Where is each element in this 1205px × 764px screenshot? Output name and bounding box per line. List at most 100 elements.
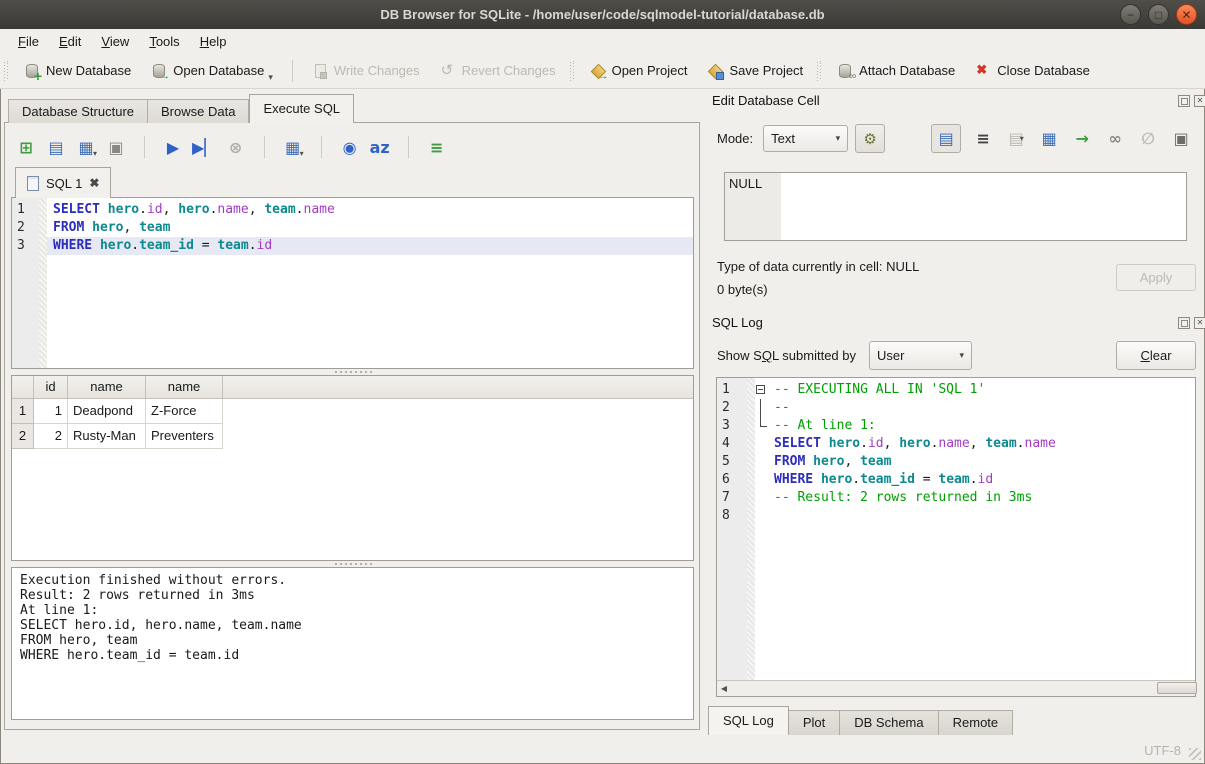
- tab-db-schema[interactable]: DB Schema: [840, 710, 938, 735]
- sql-editor[interactable]: 1SELECT hero.id, hero.name, team.name2FR…: [11, 197, 694, 369]
- float-icon[interactable]: [1178, 317, 1190, 329]
- menu-help[interactable]: Help: [190, 32, 237, 51]
- tab-remote[interactable]: Remote: [939, 710, 1014, 735]
- dropdown-arrow-icon: ▾: [300, 149, 304, 158]
- row-header[interactable]: 1: [12, 399, 34, 424]
- revert-changes-icon: [440, 63, 456, 79]
- execute-current-line-icon[interactable]: ▶▏: [192, 136, 217, 158]
- minimize-button[interactable]: −: [1120, 4, 1141, 25]
- menu-tools[interactable]: Tools: [139, 32, 189, 51]
- code-line: 1-- EXECUTING ALL IN 'SQL 1': [717, 381, 1195, 399]
- dropdown-arrow-icon[interactable]: ▾: [268, 72, 273, 83]
- word-wrap-icon[interactable]: ≡: [972, 127, 994, 151]
- tab-database-structure[interactable]: Database Structure: [8, 99, 148, 123]
- scrollbar-handle[interactable]: [1157, 682, 1197, 694]
- new-database-button[interactable]: New Database: [14, 57, 141, 85]
- submitter-select[interactable]: User ▾: [869, 341, 972, 370]
- code-line: 4SELECT hero.id, hero.name, team.name: [717, 435, 1195, 453]
- table-cell[interactable]: Rusty-Man: [68, 424, 146, 449]
- close-icon[interactable]: ✕: [1194, 95, 1205, 107]
- maximize-button[interactable]: □: [1148, 4, 1169, 25]
- clear-button[interactable]: Clear: [1116, 341, 1196, 370]
- menu-view[interactable]: View: [91, 32, 139, 51]
- execute-all-icon[interactable]: ▶: [162, 136, 184, 158]
- link-icon[interactable]: ∞: [1104, 127, 1126, 151]
- cell-value: NULL: [729, 176, 762, 191]
- write-changes-button: Write Changes: [302, 57, 430, 85]
- auto-apply-icon[interactable]: ⚙: [855, 124, 885, 153]
- fold-marker-icon[interactable]: [755, 381, 768, 399]
- new-tab-icon[interactable]: ⊞: [15, 136, 37, 158]
- bottom-tab-bar: SQL LogPlotDB SchemaRemote: [708, 707, 1013, 735]
- horizontal-scrollbar[interactable]: ◀ ▶: [717, 680, 1195, 696]
- encoding-label: UTF-8: [1144, 743, 1181, 758]
- close-icon[interactable]: ✕: [1194, 317, 1205, 329]
- close-database-button[interactable]: Close Database: [965, 57, 1100, 85]
- format-sql-icon[interactable]: ≡: [426, 136, 448, 158]
- sql-tab[interactable]: SQL 1 ✖: [15, 167, 111, 198]
- tab-plot[interactable]: Plot: [789, 710, 840, 735]
- table-cell[interactable]: Deadpond: [68, 399, 146, 424]
- table-cell[interactable]: Preventers: [146, 424, 223, 449]
- column-header-name[interactable]: name: [146, 376, 223, 398]
- text-mode-icon[interactable]: ▤: [931, 124, 961, 153]
- cell-icon-row: ▤≡▤▾▦→∞∅▣: [931, 124, 1192, 153]
- code-line: 3-- At line 1:: [717, 417, 1195, 435]
- scroll-left-icon[interactable]: ◀: [717, 684, 731, 693]
- set-null-icon: ∅: [1137, 127, 1159, 151]
- cell-editor[interactable]: NULL: [724, 172, 1187, 241]
- save-project-icon: [707, 63, 723, 79]
- edit-cell-title: Edit Database Cell: [712, 93, 820, 108]
- table-cell[interactable]: 2: [34, 424, 68, 449]
- sql-log-view[interactable]: 1-- EXECUTING ALL IN 'SQL 1'2--3-- At li…: [716, 377, 1196, 697]
- column-header-name[interactable]: name: [68, 376, 146, 398]
- fold-spacer: [755, 507, 768, 525]
- menu-edit[interactable]: Edit: [49, 32, 91, 51]
- execution-log-text: Execution finished without errors. Resul…: [12, 568, 693, 668]
- tab-browse-data[interactable]: Browse Data: [148, 99, 249, 123]
- close-icon[interactable]: ✖: [89, 176, 99, 190]
- stop-icon: ⊗: [225, 136, 247, 158]
- save-file-icon[interactable]: ▦: [1038, 127, 1060, 151]
- splitter-handle[interactable]: [335, 370, 375, 374]
- toolbar-grip[interactable]: [817, 61, 821, 81]
- open-database-button[interactable]: Open Database▾: [141, 57, 283, 85]
- apply-button: Apply: [1116, 264, 1196, 291]
- export-icon[interactable]: →: [1071, 127, 1093, 151]
- open-sql-file-icon[interactable]: ▤: [45, 136, 67, 158]
- auto-complete-icon[interactable]: az: [369, 136, 391, 158]
- print-icon[interactable]: ▣: [105, 136, 127, 158]
- open-project-button[interactable]: Open Project: [580, 57, 698, 85]
- tab-execute-sql[interactable]: Execute SQL: [249, 94, 354, 123]
- code-line: 2FROM hero, team: [12, 219, 693, 237]
- window-controls: −□ ✕: [1120, 4, 1197, 25]
- sql-tab-label: SQL 1: [46, 176, 82, 191]
- table-cell[interactable]: 1: [34, 399, 68, 424]
- scrollbar-track[interactable]: [731, 681, 1181, 696]
- toolbar-grip[interactable]: [570, 61, 574, 81]
- close-button[interactable]: ✕: [1176, 4, 1197, 25]
- row-header[interactable]: 2: [12, 424, 34, 449]
- resize-grip-icon[interactable]: [1189, 748, 1201, 760]
- toolbar-grip[interactable]: [4, 61, 8, 81]
- tab-sql-log[interactable]: SQL Log: [708, 706, 789, 735]
- find-replace-icon[interactable]: ◉: [339, 136, 361, 158]
- sql-tab-bar: SQL 1 ✖: [11, 167, 111, 198]
- attach-database-button[interactable]: Attach Database: [827, 57, 965, 85]
- cell-editor-toolbar: Mode: Text ▾ ⚙ ▤≡▤▾▦→∞∅▣: [717, 124, 1192, 153]
- write-changes-icon: [312, 63, 328, 79]
- fold-spacer: [755, 489, 768, 507]
- save-project-button[interactable]: Save Project: [697, 57, 813, 85]
- column-header-id[interactable]: id: [34, 376, 68, 398]
- menu-file[interactable]: File: [8, 32, 49, 51]
- execution-log[interactable]: Execution finished without errors. Resul…: [11, 567, 694, 720]
- mode-select[interactable]: Text ▾: [763, 125, 848, 152]
- float-icon[interactable]: [1178, 95, 1190, 107]
- code-line: 5FROM hero, team: [717, 453, 1195, 471]
- print-icon[interactable]: ▣: [1170, 127, 1192, 151]
- code-line: 8: [717, 507, 1195, 525]
- attach-database-icon: [837, 63, 853, 79]
- table-cell[interactable]: Z-Force: [146, 399, 223, 424]
- sql-log-title: SQL Log: [712, 315, 763, 330]
- splitter-handle[interactable]: [335, 562, 375, 566]
